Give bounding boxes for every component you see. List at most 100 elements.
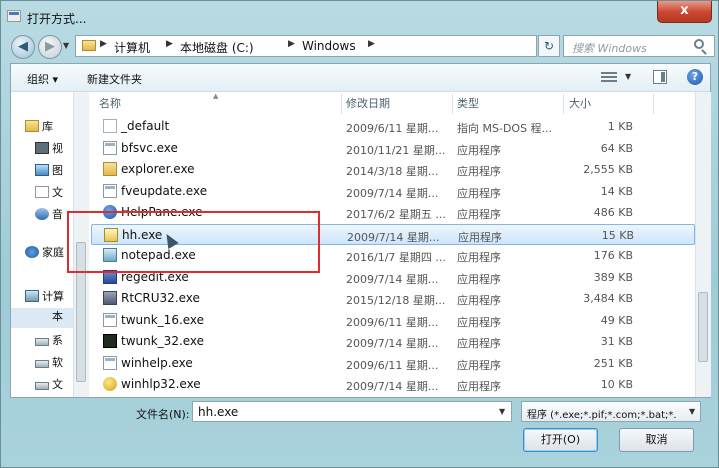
file-icon [103,119,117,133]
breadcrumb[interactable]: ▶ 计算机 ▶ 本地磁盘 (C:) ▶ Windows ▶ ▼ [75,35,606,57]
nav-item-pictures[interactable]: 图 [35,162,63,182]
file-row[interactable]: explorer.exe 2014/3/18 星期... 应用程序 2,555 KB [91,159,695,180]
file-icon [103,140,117,155]
nav-item-homegroup[interactable]: 家庭 [25,244,64,264]
recent-pages-dropdown-icon[interactable]: ▼ [63,41,69,50]
nav-item-computer[interactable]: 计算 [25,288,64,308]
crumb-local-disk[interactable]: 本地磁盘 (C:) [180,39,254,56]
preview-pane-icon[interactable] [653,70,667,84]
file-row[interactable]: bfsvc.exe 2010/11/21 星期... 应用程序 64 KB [91,138,695,159]
file-date: 2009/7/14 星期... [347,230,440,244]
nav-item-system[interactable]: 系 [35,332,63,352]
nav-item-libraries[interactable]: 库 [25,118,53,138]
view-options-icon[interactable] [601,72,617,83]
help-icon[interactable]: ? [687,69,703,85]
file-size: 31 KB [600,335,633,348]
file-type: 应用程序 [457,208,501,221]
drive-icon [35,338,49,346]
file-date: 2009/7/14 星期... [346,380,439,393]
file-size: 389 KB [593,270,633,284]
chevron-right-icon[interactable]: ▶ [100,39,107,49]
file-row[interactable]: winhelp.exe 2009/6/11 星期... 应用程序 251 KB [91,353,695,374]
file-date: 2017/6/2 星期五 ... [346,208,446,221]
nav-item-software[interactable]: 软 [35,354,63,374]
file-name: twunk_16.exe [121,312,205,327]
video-icon [35,142,49,154]
nav-item-label: 本 [52,310,63,323]
file-date: 2009/6/11 星期... [346,315,439,329]
forward-arrow-icon: ▶ [45,39,55,54]
nav-item-files[interactable]: 文 [35,376,63,396]
file-icon [103,377,117,391]
column-header-name[interactable]: 名称 [99,95,121,113]
chevron-right-icon[interactable]: ▶ [288,39,295,49]
back-button[interactable]: ◀ [11,35,35,59]
cancel-button[interactable]: 取消 [619,428,694,452]
chevron-right-icon[interactable]: ▶ [368,39,375,49]
refresh-button[interactable]: ↻ [538,35,560,57]
new-folder-button[interactable]: 新建文件夹 [87,71,142,87]
drive-icon [35,310,49,322]
nav-item-documents[interactable]: 文 [35,184,63,204]
organize-button[interactable]: 组织 ▾ [27,71,58,87]
search-input[interactable]: 搜索 Windows [563,35,715,57]
file-size: 10 KB [600,378,633,391]
file-date: 2015/12/18 星期... [346,294,446,307]
file-type: 应用程序 [457,337,501,350]
nav-item-local-disk[interactable]: 本 [11,308,73,328]
column-header-type[interactable]: 类型 [457,95,479,113]
search-icon[interactable] [694,39,704,49]
homegroup-icon [25,246,39,258]
file-row[interactable]: _default 2009/6/11 星期... 指向 MS-DOS 程... 1 K… [91,116,695,137]
document-icon [35,186,49,198]
file-row[interactable]: fveupdate.exe 2009/7/14 星期... 应用程序 14 KB [91,181,695,202]
file-list-scrollbar[interactable] [695,92,711,397]
open-with-dialog: 打开方式... x ◀ ▶ ▼ ▶ 计算机 ▶ 本地磁盘 (C:) ▶ Wind… [0,0,719,468]
close-button[interactable]: x [657,1,712,23]
file-row[interactable]: RtCRU32.exe 2015/12/18 星期... 应用程序 3,484 KB [91,288,695,309]
file-size: 15 KB [601,228,634,242]
file-name: twunk_32.exe [121,334,205,348]
window-icon [7,10,21,22]
column-divider[interactable] [653,94,654,114]
drive-icon [35,360,49,368]
file-icon [103,355,117,370]
column-header-size[interactable]: 大小 [569,95,591,113]
column-divider[interactable] [563,94,564,114]
nav-item-music[interactable]: 音 [35,206,63,226]
filename-input[interactable]: hh.exe ▼ [192,401,512,422]
file-type-select[interactable]: 程序 (*.exe;*.pif;*.com;*.bat;*. ▼ [521,401,701,422]
file-name: winhlp32.exe [121,377,201,391]
file-name: winhelp.exe [121,355,193,370]
column-divider[interactable] [341,94,342,114]
folder-icon [82,40,96,51]
chevron-down-icon[interactable]: ▼ [689,407,695,416]
chevron-down-icon[interactable]: ▼ [625,72,631,81]
file-row[interactable]: winhlp32.exe 2009/7/14 星期... 应用程序 10 KB [91,374,695,395]
file-date: 2014/3/18 星期... [346,165,439,178]
chevron-down-icon[interactable]: ▼ [499,407,505,416]
file-type: 应用程序 [457,358,501,372]
file-row[interactable]: twunk_16.exe 2009/6/11 星期... 应用程序 49 KB [91,310,695,331]
file-size: 3,484 KB [583,292,633,305]
crumb-windows[interactable]: Windows [302,39,356,53]
file-type: 应用程序 [458,230,502,244]
column-divider[interactable] [452,94,453,114]
scrollbar-thumb[interactable] [698,292,708,362]
file-icon [103,291,117,305]
file-date: 2009/7/14 星期... [346,337,439,350]
file-type: 指向 MS-DOS 程... [457,122,553,135]
crumb-computer[interactable]: 计算机 [114,39,150,56]
drive-icon [35,382,49,390]
forward-button[interactable]: ▶ [38,35,62,59]
file-date: 2009/7/14 星期... [346,272,439,286]
nav-item-videos[interactable]: 视 [35,140,63,160]
file-row[interactable]: twunk_32.exe 2009/7/14 星期... 应用程序 31 KB [91,331,695,352]
chevron-right-icon[interactable]: ▶ [166,39,173,49]
column-header-date[interactable]: 修改日期 [346,95,390,113]
nav-item-label: 图 [52,164,63,177]
open-button[interactable]: 打开(O) [523,428,598,452]
file-date: 2009/7/14 星期... [346,186,439,200]
file-type: 应用程序 [457,251,501,264]
title-bar: 打开方式... x [1,1,718,33]
